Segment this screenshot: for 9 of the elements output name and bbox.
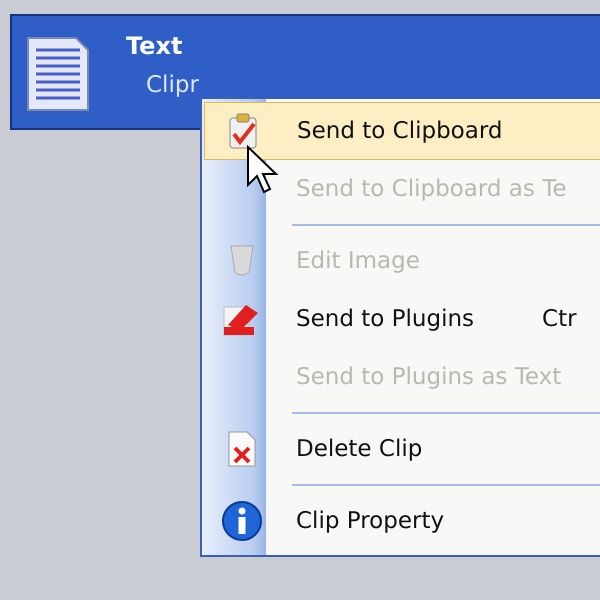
menu-item[interactable]: Clip Property	[204, 492, 600, 550]
document-icon	[26, 36, 90, 112]
clip-title: Text	[126, 32, 184, 60]
menu-item[interactable]: Send to Plugins Ctr	[204, 290, 600, 348]
menu-item[interactable]: Send to Clipboard	[204, 102, 600, 160]
clip-preview: Clipr	[146, 72, 199, 98]
mouse-pointer-icon	[246, 145, 280, 195]
menu-item[interactable]: Delete Clip	[204, 420, 600, 478]
info-icon	[221, 500, 263, 542]
